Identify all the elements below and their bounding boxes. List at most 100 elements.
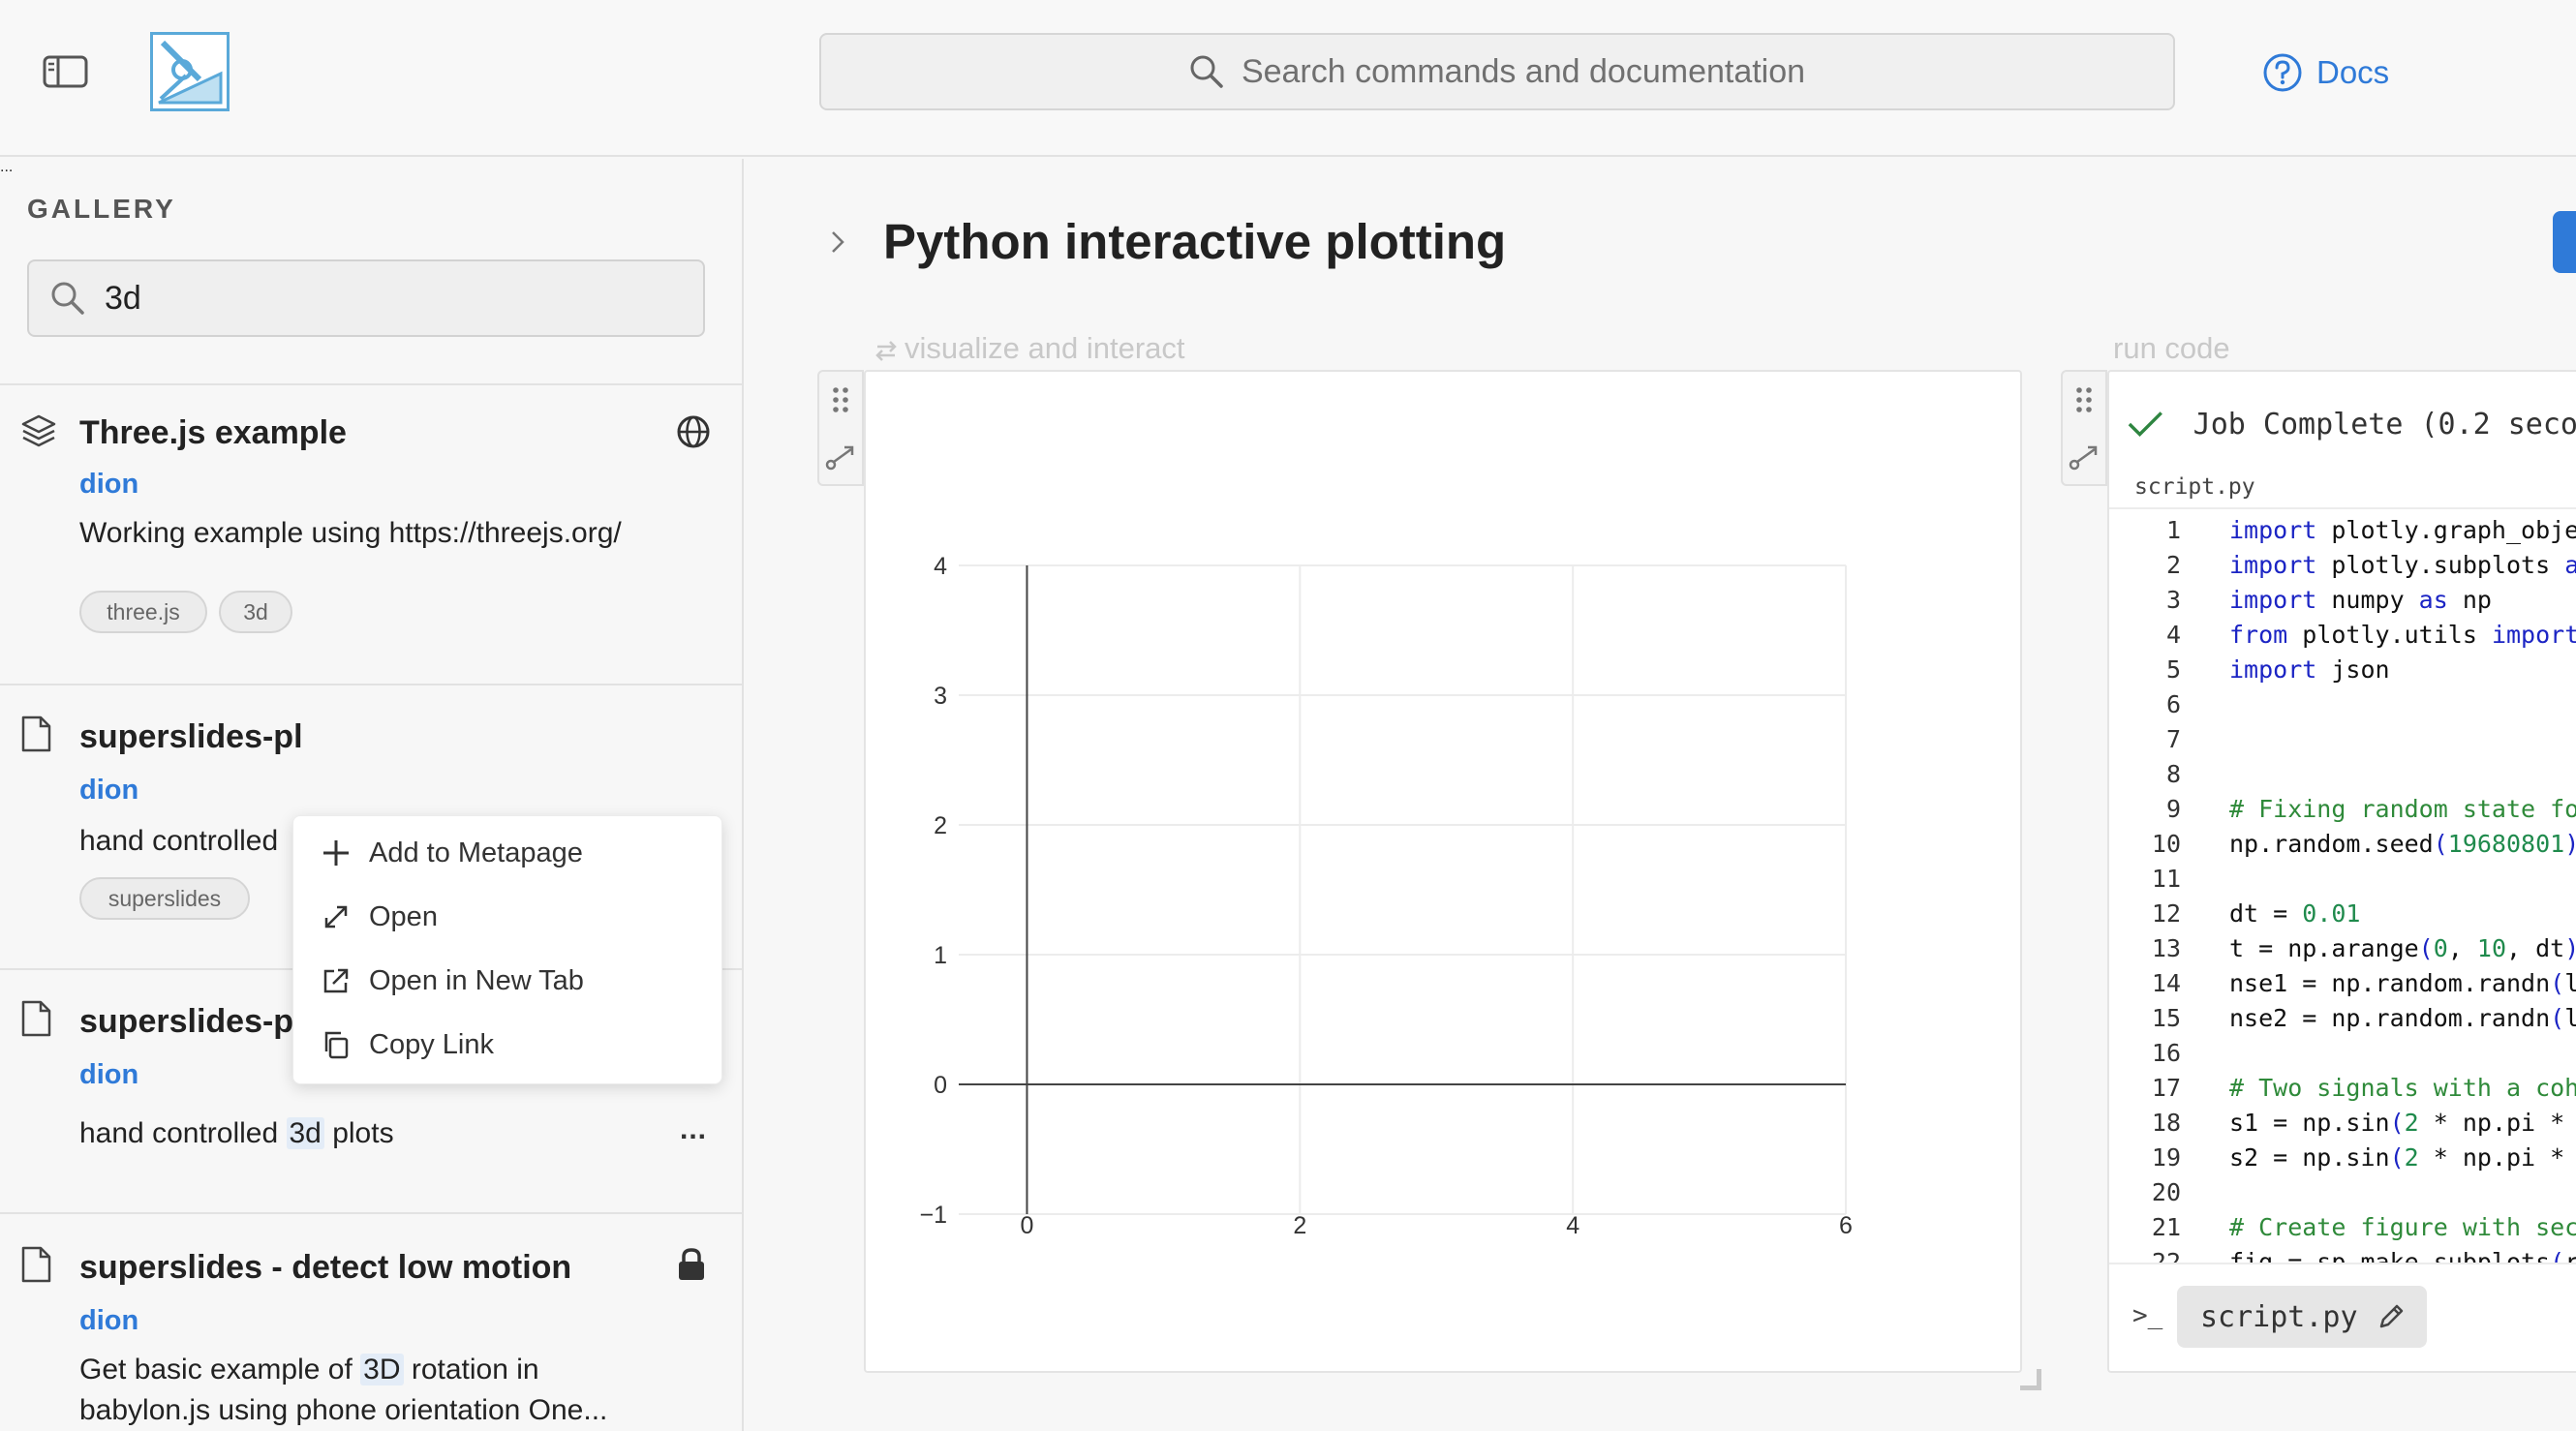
line-number: 12 [2151, 899, 2181, 928]
primary-action-button[interactable] [2553, 211, 2576, 273]
line-number: 7 [2165, 725, 2181, 753]
code-text: np.random.seed(19680801) [2229, 830, 2576, 858]
app-logo[interactable] [150, 32, 230, 111]
visualization-panel[interactable]: −1 0 1 2 3 4 0 2 4 6 [864, 370, 2022, 1373]
card-author[interactable]: dion [79, 1305, 138, 1337]
code-text: nse1 = np.random.randn(le [2229, 969, 2576, 997]
gallery-search-input[interactable] [105, 279, 647, 318]
x-tick-label: 0 [1021, 1212, 1034, 1239]
card-title[interactable]: superslides - detect low motion [79, 1249, 571, 1287]
drag-handle-icon[interactable] [2074, 385, 2094, 414]
line-number: 8 [2165, 760, 2181, 788]
card-title[interactable]: superslides-pl [79, 718, 303, 756]
file-tab[interactable]: script.py [2177, 1286, 2427, 1348]
connection-icon[interactable] [2069, 441, 2101, 471]
tag-chip[interactable]: three.js [79, 591, 207, 633]
x-tick-label: 2 [1293, 1212, 1306, 1239]
search-icon [1190, 55, 1223, 88]
y-tick-label: 3 [934, 683, 947, 710]
line-number: 21 [2151, 1213, 2181, 1241]
line-number: 17 [2151, 1074, 2181, 1102]
line-number: 9 [2165, 795, 2181, 823]
drag-handle-icon[interactable] [831, 385, 850, 414]
y-tick-label: −1 [919, 1202, 947, 1229]
code-footer: >_ script.py [2109, 1263, 2576, 1371]
tag-chip[interactable]: 3d [219, 591, 292, 633]
line-number: 5 [2165, 655, 2181, 684]
line-number: 6 [2165, 690, 2181, 718]
gallery-card[interactable]: Three.js example dion Working example us… [0, 385, 742, 549]
expand-icon [324, 905, 348, 929]
line-number: 19 [2151, 1143, 2181, 1172]
code-text: import plotly.subplots as [2229, 551, 2576, 579]
code-text: t = np.arange(0, 10, dt) [2229, 934, 2576, 962]
code-text: import plotly.graph_objec [2229, 516, 2576, 544]
gallery-title: GALLERY [27, 194, 176, 224]
main-content: Python interactive plotting visualize an… [746, 159, 2576, 1431]
gallery-card[interactable]: superslides - detect low motion dion Get… [0, 1214, 742, 1431]
document-icon [19, 999, 52, 1043]
code-text: fig = sp.make_subplots(ro [2229, 1248, 2576, 1263]
command-search-bar[interactable]: Search commands and documentation [819, 33, 2175, 110]
code-text: # Fixing random state for [2229, 795, 2576, 823]
code-text: # Two signals with a cohe [2229, 1074, 2576, 1102]
connection-icon[interactable] [825, 441, 858, 471]
card-author[interactable]: dion [79, 1059, 138, 1091]
pencil-icon[interactable] [2376, 1301, 2407, 1332]
x-tick-label: 6 [1839, 1212, 1853, 1239]
line-number: 10 [2151, 830, 2181, 858]
menu-item-add-to-metapage[interactable]: Add to Metapage [321, 826, 583, 880]
more-options-button[interactable]: ... [0, 159, 13, 175]
menu-item-open-new-tab[interactable]: Open in New Tab [321, 954, 584, 1008]
tag-chip[interactable]: superslides [79, 877, 250, 920]
code-panel: Job Complete (0.2 seco script.py 1 import… [2107, 370, 2576, 1373]
code-text: s1 = np.sin(2 * np.pi * 1 [2229, 1109, 2576, 1137]
card-description: Get basic example of 3D rotation in babyl… [79, 1354, 608, 1426]
search-icon [51, 282, 84, 315]
line-number: 20 [2151, 1178, 2181, 1206]
code-text: dt = 0.01 [2229, 899, 2361, 928]
document-icon [19, 715, 52, 758]
viz-panel-label: visualize and interact [874, 331, 1185, 366]
plot-chart[interactable]: −1 0 1 2 3 4 0 2 4 6 [866, 372, 2020, 1371]
line-number: 14 [2151, 969, 2181, 997]
docs-link[interactable]: Docs [2262, 46, 2389, 99]
code-panel-label: run code [2113, 331, 2230, 365]
code-panel-handle[interactable] [2061, 370, 2107, 486]
card-description: hand controlled 3d plots [79, 1117, 394, 1149]
code-text: from plotly.utils import [2229, 621, 2576, 649]
line-number: 13 [2151, 934, 2181, 962]
line-number: 15 [2151, 1004, 2181, 1032]
card-title[interactable]: Three.js example [79, 414, 347, 452]
code-editor[interactable]: 1 import plotly.graph_objec 2 import plotly… [2109, 507, 2576, 1263]
swap-icon [875, 340, 897, 361]
card-description: Working example using https://threejs.or… [79, 517, 622, 549]
layers-icon [19, 412, 58, 456]
x-tick-label: 4 [1566, 1212, 1579, 1239]
line-number: 16 [2151, 1039, 2181, 1067]
resize-handle-icon[interactable] [2020, 1369, 2041, 1390]
code-text: import json [2229, 655, 2390, 684]
sidebar-toggle-icon[interactable] [43, 54, 89, 89]
menu-item-copy-link[interactable]: Copy Link [321, 1018, 494, 1072]
y-tick-label: 4 [934, 553, 947, 580]
code-text: s2 = np.sin(2 * np.pi * 1 [2229, 1143, 2576, 1172]
document-icon [19, 1245, 52, 1289]
job-status: Job Complete (0.2 seco [2109, 372, 2576, 476]
copy-icon [324, 1031, 349, 1059]
file-name-label: script.py [2134, 474, 2255, 500]
code-text: # Create figure with seco [2229, 1213, 2576, 1241]
more-options-button[interactable]: ... [680, 1113, 707, 1146]
viz-panel-handle[interactable] [817, 370, 864, 486]
line-number: 11 [2151, 865, 2181, 893]
gallery-sidebar: GALLERY Three.js example dion Working ex… [0, 159, 744, 1431]
card-author[interactable]: dion [79, 775, 138, 807]
gallery-search[interactable] [27, 259, 705, 337]
page-title: Python interactive plotting [883, 214, 1507, 269]
y-tick-label: 0 [934, 1072, 947, 1099]
terminal-icon[interactable]: >_ [2132, 1301, 2162, 1330]
card-author[interactable]: dion [79, 469, 138, 501]
chevron-right-icon[interactable] [827, 227, 850, 262]
menu-item-open[interactable]: Open [321, 890, 438, 944]
docs-label: Docs [2316, 54, 2390, 90]
